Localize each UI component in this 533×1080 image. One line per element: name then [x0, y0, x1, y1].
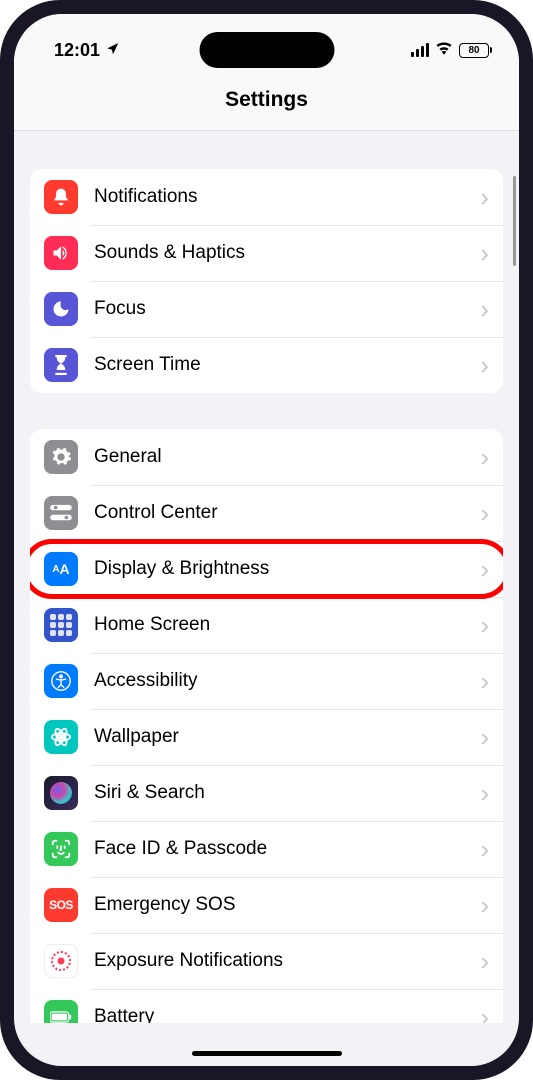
- settings-row-display[interactable]: AA Display & Brightness ›: [30, 541, 503, 597]
- faceid-icon: [44, 832, 78, 866]
- chevron-right-icon: ›: [480, 500, 489, 526]
- location-icon: [106, 42, 120, 59]
- screentime-icon: [44, 348, 78, 382]
- chevron-right-icon: ›: [480, 444, 489, 470]
- display-icon: AA: [44, 552, 78, 586]
- settings-row-exposure[interactable]: Exposure Notifications ›: [30, 933, 503, 989]
- settings-row-battery[interactable]: Battery ›: [30, 989, 503, 1023]
- home-screen-icon: [44, 608, 78, 642]
- row-label: Screen Time: [94, 354, 480, 376]
- sos-icon: SOS: [44, 888, 78, 922]
- settings-row-home-screen[interactable]: Home Screen ›: [30, 597, 503, 653]
- settings-row-sounds[interactable]: Sounds & Haptics ›: [30, 225, 503, 281]
- chevron-right-icon: ›: [480, 892, 489, 918]
- header: Settings: [14, 74, 519, 131]
- settings-row-wallpaper[interactable]: Wallpaper ›: [30, 709, 503, 765]
- row-label: Emergency SOS: [94, 894, 480, 916]
- battery-level: 80: [468, 45, 479, 56]
- chevron-right-icon: ›: [480, 780, 489, 806]
- control-center-icon: [44, 496, 78, 530]
- exposure-icon: [44, 944, 78, 978]
- chevron-right-icon: ›: [480, 612, 489, 638]
- chevron-right-icon: ›: [480, 184, 489, 210]
- row-label: Accessibility: [94, 670, 480, 692]
- settings-row-siri[interactable]: Siri & Search ›: [30, 765, 503, 821]
- notifications-icon: [44, 180, 78, 214]
- settings-row-notifications[interactable]: Notifications ›: [30, 169, 503, 225]
- battery-icon: 80: [459, 43, 489, 58]
- settings-row-sos[interactable]: SOS Emergency SOS ›: [30, 877, 503, 933]
- settings-row-accessibility[interactable]: Accessibility ›: [30, 653, 503, 709]
- chevron-right-icon: ›: [480, 296, 489, 322]
- battery-settings-icon: [44, 1000, 78, 1023]
- row-label: Wallpaper: [94, 726, 480, 748]
- page-title: Settings: [14, 88, 519, 112]
- phone-screen: 12:01 80 Settings: [14, 14, 519, 1066]
- row-label: Focus: [94, 298, 480, 320]
- settings-row-faceid[interactable]: Face ID & Passcode ›: [30, 821, 503, 877]
- chevron-right-icon: ›: [480, 556, 489, 582]
- row-label: Notifications: [94, 186, 480, 208]
- row-label: Battery: [94, 1006, 480, 1023]
- row-label: Sounds & Haptics: [94, 242, 480, 264]
- status-time: 12:01: [54, 40, 100, 61]
- row-label: Home Screen: [94, 614, 480, 636]
- row-label: Exposure Notifications: [94, 950, 480, 972]
- scroll-indicator[interactable]: [513, 176, 516, 266]
- cellular-signal-icon: [411, 43, 429, 57]
- chevron-right-icon: ›: [480, 668, 489, 694]
- focus-icon: [44, 292, 78, 326]
- siri-icon: [44, 776, 78, 810]
- settings-row-screentime[interactable]: Screen Time ›: [30, 337, 503, 393]
- sounds-icon: [44, 236, 78, 270]
- settings-section: Notifications › Sounds & Haptics › F: [30, 169, 503, 393]
- general-icon: [44, 440, 78, 474]
- chevron-right-icon: ›: [480, 724, 489, 750]
- chevron-right-icon: ›: [480, 948, 489, 974]
- home-indicator[interactable]: [192, 1051, 342, 1056]
- wifi-icon: [435, 41, 453, 60]
- accessibility-icon: [44, 664, 78, 698]
- wallpaper-icon: [44, 720, 78, 754]
- chevron-right-icon: ›: [480, 240, 489, 266]
- phone-frame: 12:01 80 Settings: [0, 0, 533, 1080]
- settings-content[interactable]: Notifications › Sounds & Haptics › F: [14, 131, 519, 1023]
- chevron-right-icon: ›: [480, 836, 489, 862]
- row-label: Face ID & Passcode: [94, 838, 480, 860]
- dynamic-island: [199, 32, 334, 68]
- settings-section: General › Control Center › AA Display: [30, 429, 503, 1023]
- chevron-right-icon: ›: [480, 1004, 489, 1023]
- row-label: General: [94, 446, 480, 468]
- row-label: Display & Brightness: [94, 558, 480, 580]
- row-label: Siri & Search: [94, 782, 480, 804]
- settings-row-control-center[interactable]: Control Center ›: [30, 485, 503, 541]
- settings-row-focus[interactable]: Focus ›: [30, 281, 503, 337]
- chevron-right-icon: ›: [480, 352, 489, 378]
- settings-row-general[interactable]: General ›: [30, 429, 503, 485]
- row-label: Control Center: [94, 502, 480, 524]
